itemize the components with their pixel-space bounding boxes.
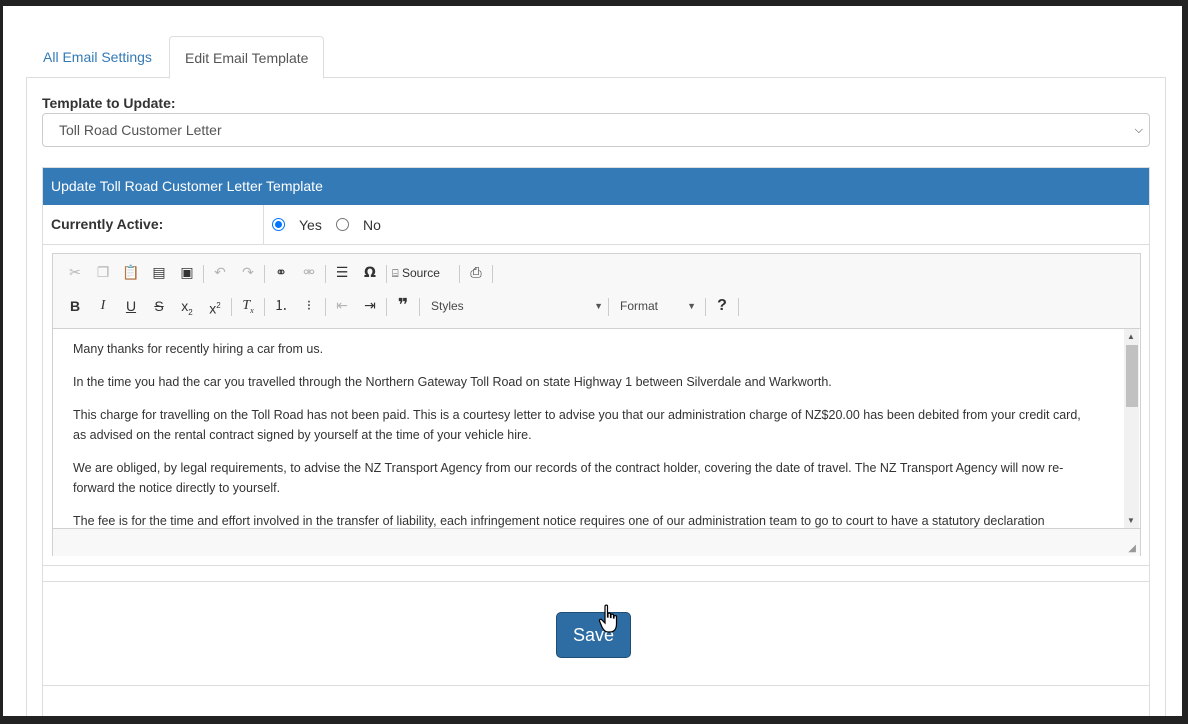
toolbar-separator [264, 298, 265, 316]
bold-icon[interactable]: B [64, 295, 86, 317]
help-icon[interactable]: ? [711, 295, 733, 317]
editor-paragraph: The fee is for the time and effort invol… [73, 514, 1045, 528]
copy-icon[interactable]: ❐ [92, 262, 114, 284]
editor-toolbar-row-1: ✂ ❐ 📋 ▤ ▣ ↶ ↷ ⚭ ⚮ ☰ Ω ⌸ Source ⎙ [53, 258, 1140, 288]
panel-heading: Update Toll Road Customer Letter Templat… [43, 168, 1149, 205]
source-label: Source [401, 266, 440, 280]
indent-icon[interactable]: ⇥ [359, 295, 381, 317]
bulleted-list-icon[interactable]: ⁝ [298, 295, 320, 317]
toolbar-separator [203, 265, 204, 283]
source-button[interactable]: ⌸ Source [392, 262, 454, 284]
editor-paragraph: We are obliged, by legal requirements, t… [73, 461, 1064, 495]
format-dropdown-label: Format [620, 299, 659, 313]
scroll-up-icon[interactable]: ▲ [1127, 332, 1135, 341]
underline-icon[interactable]: U [120, 295, 142, 317]
tab-bar: All Email Settings Edit Email Template [26, 36, 1166, 79]
horizontal-line-icon[interactable]: ☰ [331, 262, 353, 284]
toolbar-separator [231, 298, 232, 316]
editor-paragraph: This charge for travelling on the Toll R… [73, 408, 1081, 442]
template-panel: Update Toll Road Customer Letter Templat… [42, 167, 1150, 717]
scrollbar-thumb[interactable] [1126, 345, 1138, 407]
template-select-label: Template to Update: [42, 95, 176, 111]
print-icon[interactable]: ⎙ [465, 262, 487, 284]
redo-icon[interactable]: ↷ [237, 262, 259, 284]
chevron-down-icon: ⌵ [1134, 124, 1143, 136]
chevron-down-icon: ▼ [594, 301, 603, 311]
toolbar-separator [325, 265, 326, 283]
toolbar-separator [325, 298, 326, 316]
column-divider [263, 205, 264, 245]
paste-text-icon[interactable]: ▤ [148, 262, 170, 284]
tab-all-email-settings[interactable]: All Email Settings [28, 36, 167, 78]
template-select-value: Toll Road Customer Letter [59, 122, 222, 138]
toolbar-separator [738, 298, 739, 316]
toolbar-separator [386, 265, 387, 283]
paste-word-icon[interactable]: ▣ [176, 262, 198, 284]
resize-handle-icon[interactable]: ◢ [1128, 543, 1136, 554]
styles-dropdown-label: Styles [431, 299, 464, 313]
tab-edit-email-template[interactable]: Edit Email Template [169, 36, 325, 79]
outdent-icon[interactable]: ⇤ [331, 295, 353, 317]
unlink-icon[interactable]: ⚮ [298, 262, 320, 284]
undo-icon[interactable]: ↶ [209, 262, 231, 284]
hand-cursor-icon [598, 604, 618, 633]
italic-icon[interactable]: I [92, 295, 114, 317]
rich-text-editor: ✂ ❐ 📋 ▤ ▣ ↶ ↷ ⚭ ⚮ ☰ Ω ⌸ Source ⎙ B I U S… [52, 253, 1141, 556]
subscript-icon[interactable]: x2 [176, 295, 198, 317]
toolbar-separator [492, 265, 493, 283]
editor-paragraph: In the time you had the car you travelle… [73, 375, 832, 389]
special-char-icon[interactable]: Ω [359, 262, 381, 284]
blockquote-icon[interactable]: ❞ [392, 295, 414, 317]
paste-icon[interactable]: 📋 [120, 262, 142, 284]
toolbar-separator [419, 298, 420, 316]
source-icon: ⌸ [392, 268, 399, 280]
currently-active-row: Currently Active: Yes No [43, 205, 1149, 245]
editor-footer: ◢ [53, 528, 1140, 556]
editor-paragraph: Many thanks for recently hiring a car fr… [73, 342, 324, 356]
save-row: Save [43, 581, 1149, 686]
superscript-icon[interactable]: x2 [204, 295, 226, 317]
toolbar-separator [459, 265, 460, 283]
toolbar-separator [608, 298, 609, 316]
cut-icon[interactable]: ✂ [64, 262, 86, 284]
chevron-down-icon: ▼ [687, 301, 696, 311]
editor-scrollbar[interactable]: ▲ ▼ [1124, 329, 1139, 528]
numbered-list-icon[interactable]: ⒈ [270, 295, 292, 317]
link-icon[interactable]: ⚭ [270, 262, 292, 284]
styles-dropdown[interactable]: Styles ▼ [425, 295, 603, 317]
toolbar-separator [705, 298, 706, 316]
strike-icon[interactable]: S [148, 295, 170, 317]
editor-content[interactable]: Many thanks for recently hiring a car fr… [53, 328, 1140, 528]
toolbar-separator [264, 265, 265, 283]
template-select[interactable]: Toll Road Customer Letter ⌵ [42, 113, 1150, 147]
editor-toolbar-row-2: B I U S x2 x2 Tx ⒈ ⁝ ⇤ ⇥ ❞ Styles ▼ Form… [53, 291, 1140, 321]
active-no-radio[interactable] [336, 218, 349, 231]
active-yes-radio[interactable] [272, 218, 285, 231]
currently-active-label: Currently Active: [51, 216, 164, 232]
active-no-label[interactable]: No [363, 205, 381, 245]
remove-format-icon[interactable]: Tx [237, 295, 259, 317]
format-dropdown[interactable]: Format ▼ [614, 295, 696, 317]
toolbar-separator [386, 298, 387, 316]
spacer-row [43, 565, 1149, 581]
scroll-down-icon[interactable]: ▼ [1127, 516, 1135, 525]
active-yes-label[interactable]: Yes [299, 205, 322, 245]
